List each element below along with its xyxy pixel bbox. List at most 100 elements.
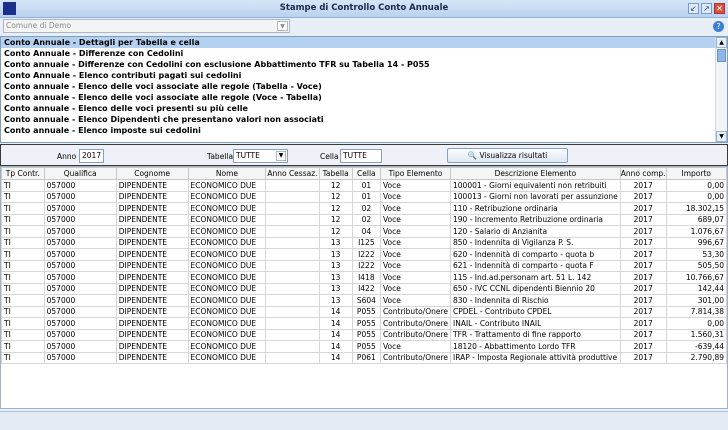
table-cell: DIPENDENTE bbox=[115, 179, 189, 192]
table-cell: Voce bbox=[379, 202, 452, 215]
table-row[interactable]: TI 057000 DIPENDENTE ECONOMICO DUE 12 01 Voce 1… bbox=[1, 190, 728, 203]
table-cell: ECONOMICO DUE bbox=[187, 340, 267, 353]
table-cell: 13 bbox=[318, 282, 353, 295]
cella-input[interactable]: TUTTE bbox=[340, 149, 382, 163]
table-cell bbox=[265, 202, 320, 215]
table-row[interactable]: TI 057000 DIPENDENTE ECONOMICO DUE 12 02 Voce 1… bbox=[1, 202, 728, 215]
table-cell: 2017 bbox=[619, 282, 667, 295]
table-row[interactable]: TI 057000 DIPENDENTE ECONOMICO DUE 13 I418 Voc… bbox=[1, 271, 728, 284]
report-item[interactable]: Conto annuale - Elenco delle voci presen… bbox=[1, 103, 727, 114]
table-row[interactable]: TI 057000 DIPENDENTE ECONOMICO DUE 13 S604 Voc… bbox=[1, 294, 728, 307]
table-row[interactable]: TI 057000 DIPENDENTE ECONOMICO DUE 14 P061 Con… bbox=[1, 351, 728, 364]
column-header[interactable]: Tipo Elemento bbox=[379, 167, 452, 180]
table-cell: TI bbox=[1, 282, 45, 295]
tabella-select[interactable]: TUTTE ▼ bbox=[233, 149, 288, 163]
table-cell: 7.814,38 bbox=[665, 305, 728, 318]
table-cell: ECONOMICO DUE bbox=[187, 248, 267, 261]
report-item[interactable]: Conto annuale - Elenco delle voci associ… bbox=[1, 81, 727, 92]
minimize-button[interactable]: ↙ bbox=[688, 3, 699, 14]
table-cell: 14 bbox=[318, 328, 353, 341]
report-item[interactable]: Conto annuale - Elenco imposte sui cedol… bbox=[1, 125, 727, 136]
table-cell: 2017 bbox=[619, 225, 667, 238]
table-cell: 14 bbox=[318, 317, 353, 330]
table-cell: Voce bbox=[379, 190, 452, 203]
scroll-down-icon[interactable]: ▼ bbox=[716, 131, 727, 142]
table-cell: 2.790,89 bbox=[665, 351, 728, 364]
tabella-label: Tabella bbox=[207, 152, 234, 161]
column-header[interactable]: Tp Contr. bbox=[1, 167, 45, 180]
table-cell: 057000 bbox=[43, 179, 117, 192]
report-item[interactable]: Conto Annuale - Dettagli per Tabella e c… bbox=[1, 37, 727, 48]
column-header[interactable]: Qualifica bbox=[43, 167, 117, 180]
table-row[interactable]: TI 057000 DIPENDENTE ECONOMICO DUE 14 P055 Con… bbox=[1, 328, 728, 341]
column-header[interactable]: Anno Cessaz. bbox=[265, 167, 320, 180]
report-item[interactable]: Conto Annuale - Elenco contributi pagati… bbox=[1, 70, 727, 81]
chevron-down-icon[interactable]: ▼ bbox=[276, 151, 286, 161]
report-item[interactable]: Conto annuale - Differenze con Cedolini … bbox=[1, 59, 727, 70]
table-cell: ECONOMICO DUE bbox=[187, 236, 267, 249]
table-cell: 13 bbox=[318, 236, 353, 249]
table-cell: ECONOMICO DUE bbox=[187, 271, 267, 284]
table-cell: ECONOMICO DUE bbox=[187, 225, 267, 238]
column-header[interactable]: Descrizione Elemento bbox=[450, 167, 621, 180]
maximize-button[interactable]: ↗ bbox=[701, 3, 712, 14]
tabella-value: TUTTE bbox=[236, 151, 260, 160]
table-cell bbox=[265, 294, 320, 307]
table-cell: Voce bbox=[379, 213, 452, 226]
table-cell: TI bbox=[1, 317, 45, 330]
column-header[interactable]: Nome bbox=[187, 167, 267, 180]
table-cell: 10.766,67 bbox=[665, 271, 728, 284]
scroll-thumb[interactable] bbox=[717, 49, 726, 62]
table-row[interactable]: TI 057000 DIPENDENTE ECONOMICO DUE 13 I422 Voc… bbox=[1, 282, 728, 295]
table-cell: TI bbox=[1, 259, 45, 272]
table-cell: 2017 bbox=[619, 317, 667, 330]
table-row[interactable]: TI 057000 DIPENDENTE ECONOMICO DUE 13 I125 Voc… bbox=[1, 236, 728, 249]
column-header[interactable]: Importo bbox=[665, 167, 728, 180]
table-cell: Voce bbox=[379, 259, 452, 272]
table-row[interactable]: TI 057000 DIPENDENTE ECONOMICO DUE 14 P055 Con… bbox=[1, 317, 728, 330]
table-row[interactable]: TI 057000 DIPENDENTE ECONOMICO DUE 13 I222 Voc… bbox=[1, 259, 728, 272]
report-item[interactable]: Conto annuale - Elenco delle voci associ… bbox=[1, 92, 727, 103]
table-row[interactable]: TI 057000 DIPENDENTE ECONOMICO DUE 12 01 Voce 1… bbox=[1, 179, 728, 192]
table-cell: 120 - Salario di Anzianita bbox=[450, 225, 621, 238]
anno-label: Anno bbox=[57, 152, 77, 161]
table-row[interactable]: TI 057000 DIPENDENTE ECONOMICO DUE 13 I222 Voc… bbox=[1, 248, 728, 261]
table-row[interactable]: TI 057000 DIPENDENTE ECONOMICO DUE 14 P055 Voc… bbox=[1, 340, 728, 353]
help-icon[interactable]: ? bbox=[713, 21, 724, 32]
table-cell: ECONOMICO DUE bbox=[187, 317, 267, 330]
anno-input[interactable]: 2017 bbox=[79, 149, 104, 163]
column-header[interactable]: Cognome bbox=[115, 167, 189, 180]
report-item[interactable]: Conto Annuale - Differenze con Cedolini bbox=[1, 48, 727, 59]
table-cell: I418 bbox=[351, 271, 381, 284]
scroll-up-icon[interactable]: ▲ bbox=[716, 37, 727, 48]
table-row[interactable]: TI 057000 DIPENDENTE ECONOMICO DUE 14 P055 Con… bbox=[1, 305, 728, 318]
table-cell: TI bbox=[1, 179, 45, 192]
table-cell: DIPENDENTE bbox=[115, 248, 189, 261]
table-cell: TI bbox=[1, 248, 45, 261]
table-cell: Voce bbox=[379, 248, 452, 261]
table-cell: 057000 bbox=[43, 340, 117, 353]
visualizza-risultati-button[interactable]: 🔍 Visualizza risultati bbox=[447, 148, 568, 163]
table-row[interactable]: TI 057000 DIPENDENTE ECONOMICO DUE 12 04 Voce 1… bbox=[1, 225, 728, 238]
report-list[interactable]: Conto Annuale - Dettagli per Tabella e c… bbox=[0, 36, 728, 143]
report-item[interactable]: Conto annuale - Elenco Dipendenti che pr… bbox=[1, 114, 727, 125]
table-cell: CPDEL - Contributo CPDEL bbox=[450, 305, 621, 318]
column-header[interactable]: Cella bbox=[351, 167, 381, 180]
table-row[interactable]: TI 057000 DIPENDENTE ECONOMICO DUE 12 02 Voce 1… bbox=[1, 213, 728, 226]
column-header[interactable]: Tabella bbox=[318, 167, 353, 180]
table-cell: 0,00 bbox=[665, 179, 728, 192]
report-list-scrollbar[interactable]: ▲ ▼ bbox=[715, 37, 727, 142]
table-cell: 057000 bbox=[43, 225, 117, 238]
table-cell: 12 bbox=[318, 179, 353, 192]
entity-combo[interactable]: Comune di Demo ▼ bbox=[3, 19, 290, 33]
table-cell: 12 bbox=[318, 225, 353, 238]
chevron-down-icon[interactable]: ▼ bbox=[277, 21, 288, 31]
table-cell: 04 bbox=[351, 225, 381, 238]
table-cell: 13 bbox=[318, 259, 353, 272]
table-cell: 057000 bbox=[43, 351, 117, 364]
table-cell: DIPENDENTE bbox=[115, 317, 189, 330]
close-button[interactable]: ✕ bbox=[714, 3, 725, 14]
column-header[interactable]: Anno comp. bbox=[619, 167, 667, 180]
table-cell: 2017 bbox=[619, 294, 667, 307]
table-cell: I125 bbox=[351, 236, 381, 249]
